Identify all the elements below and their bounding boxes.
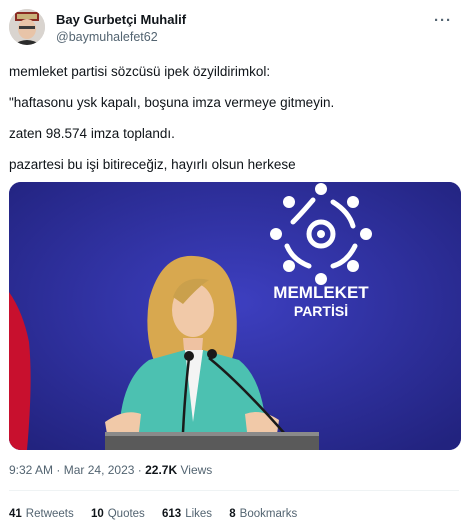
tweet-paragraph: pazartesi bu işi bitireceğiz, hayırlı ol… bbox=[9, 157, 296, 172]
microphone-head bbox=[184, 351, 194, 361]
avatar[interactable] bbox=[9, 9, 45, 45]
tweet-paragraph: "haftasonu ysk kapalı, boşuna imza verme… bbox=[9, 95, 335, 110]
tweet-meta: 9:32 AM · Mar 24, 2023 · 22.7K Views bbox=[9, 463, 212, 477]
retweets-count: 41 bbox=[9, 508, 22, 520]
likes-label: Likes bbox=[185, 508, 213, 520]
ellipsis-icon[interactable]: ··· bbox=[434, 12, 452, 29]
bookmarks-label: Bookmarks bbox=[239, 508, 298, 520]
author-handle[interactable]: @baymuhalefet62 bbox=[56, 30, 158, 44]
divider bbox=[9, 490, 459, 491]
tweet-date[interactable]: Mar 24, 2023 bbox=[64, 463, 135, 477]
quotes-stat[interactable]: 10 Quotes bbox=[91, 508, 145, 520]
meta-separator: · bbox=[56, 463, 64, 477]
views-count: 22.7K bbox=[145, 463, 178, 477]
quotes-count: 10 bbox=[90, 508, 104, 520]
author-display-name[interactable]: Bay Gurbetçi Muhalif bbox=[56, 12, 186, 27]
tweet-time[interactable]: 9:32 AM bbox=[9, 463, 53, 477]
quotes-label: Quotes bbox=[107, 508, 145, 520]
retweets-label: Retweets bbox=[25, 508, 74, 520]
views-label: Views bbox=[180, 463, 213, 477]
likes-stat[interactable]: 613 Likes bbox=[162, 508, 212, 520]
likes-count: 613 bbox=[162, 508, 182, 520]
party-logo-line2: PARTİSİ bbox=[294, 303, 348, 319]
podium-edge bbox=[105, 432, 319, 436]
tweet-text: memleket partisi sözcüsü ipek özyildirim… bbox=[9, 62, 459, 186]
tweet-stats: 41 Retweets 10 Quotes 613 Likes 8 Bookmarks bbox=[9, 508, 311, 520]
tweet-media-image[interactable]: MEMLEKET PARTİSİ bbox=[9, 182, 461, 450]
tweet-header: Bay Gurbetçi Muhalif @baymuhalefet62 ··· bbox=[0, 0, 466, 52]
bookmarks-count: 8 bbox=[229, 508, 236, 520]
avatar-image bbox=[9, 9, 45, 45]
bookmarks-stat[interactable]: 8 Bookmarks bbox=[229, 508, 297, 520]
party-logo-line1: MEMLEKET bbox=[273, 283, 369, 302]
tweet-paragraph: zaten 98.574 imza toplandı. bbox=[9, 126, 175, 141]
microphone-head bbox=[207, 349, 217, 359]
retweets-stat[interactable]: 41 Retweets bbox=[9, 508, 74, 520]
tweet-paragraph: memleket partisi sözcüsü ipek özyildirim… bbox=[9, 64, 271, 79]
